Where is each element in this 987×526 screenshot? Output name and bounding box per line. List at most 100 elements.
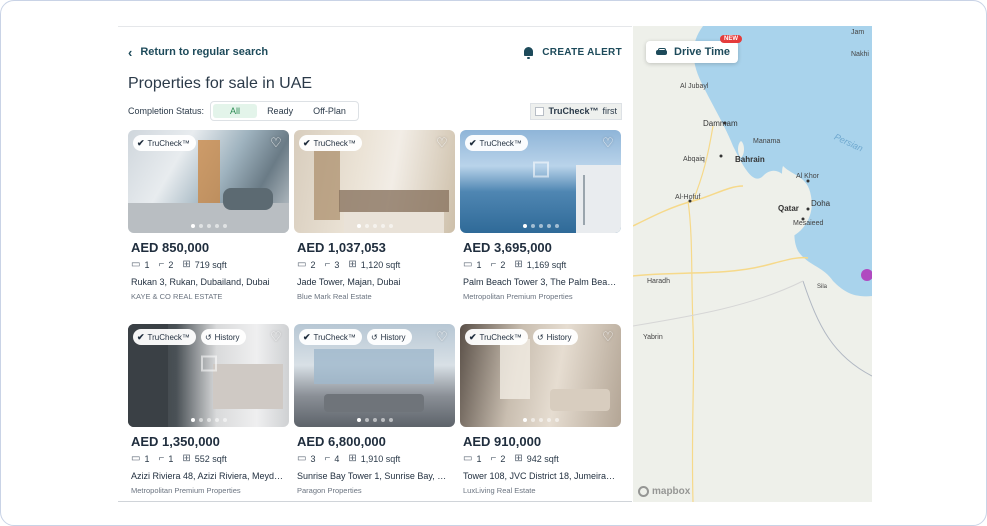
return-label: Return to regular search xyxy=(140,46,269,58)
area-value: 552 sqft xyxy=(194,453,227,464)
listing-photo[interactable]: ✔ TruCheck™ ↺ History ♡ xyxy=(460,324,621,427)
listing-card[interactable]: ✔ TruCheck™ ↺ History ♡ AED 1,350,000 ▭ 1 ⌐… xyxy=(128,324,289,500)
listing-card[interactable]: ✔ TruCheck™ ↺ History ♡ AED 910,000 ▭ 1 ⌐ 2 … xyxy=(460,324,621,500)
history-badge[interactable]: ↺ History xyxy=(532,329,578,345)
history-badge[interactable]: ↺ History xyxy=(366,329,412,345)
listing-photo[interactable]: ✔ TruCheck™ ↺ History ♡ xyxy=(128,324,289,427)
trucheck-badge: ✔ TruCheck™ xyxy=(465,329,528,345)
history-label: History xyxy=(214,332,240,342)
beds-value: 3 xyxy=(310,453,316,464)
listing-specs: ▭ 1 ⌐ 2 ⊞ 719 sqft xyxy=(128,259,289,270)
listing-location: Jade Tower, Majan, Dubai xyxy=(297,277,401,287)
trucheck-label: TruCheck™ xyxy=(313,138,356,148)
heart-icon[interactable]: ♡ xyxy=(601,136,615,150)
listing-card[interactable]: ✔ TruCheck™ ♡ AED 850,000 ▭ 1 ⌐ 2 ⊞ 719 sqft… xyxy=(128,130,289,306)
create-alert-button[interactable]: CREATE ALERT xyxy=(523,46,622,59)
listing-card[interactable]: ✔ TruCheck™ ♡ AED 3,695,000 ▭ 1 ⌐ 2 ⊞ 1,169 … xyxy=(460,130,621,306)
history-label: History xyxy=(546,332,572,342)
drive-time-button[interactable]: Drive Time NEW xyxy=(646,35,742,63)
baths-value: 1 xyxy=(168,453,174,464)
area-icon: ⊞ xyxy=(182,259,191,270)
bed-icon: ▭ xyxy=(131,453,141,464)
listing-price: AED 1,037,053 xyxy=(297,240,386,255)
trucheck-badge: ✔ TruCheck™ xyxy=(465,135,528,151)
area-icon: ⊞ xyxy=(348,453,357,464)
watermark-logo xyxy=(532,161,549,181)
listing-price: AED 3,695,000 xyxy=(463,240,552,255)
beds-spec: ▭ 1 xyxy=(131,453,149,464)
heart-icon[interactable]: ♡ xyxy=(601,330,615,344)
heart-icon[interactable]: ♡ xyxy=(435,136,449,150)
area-value: 942 sqft xyxy=(526,453,559,464)
trucheck-badge: ✔ TruCheck™ xyxy=(299,329,362,345)
map-label: Sila xyxy=(817,284,828,290)
carousel-dots xyxy=(460,418,621,422)
listing-price: AED 6,800,000 xyxy=(297,434,386,449)
beds-spec: ▭ 2 xyxy=(297,259,315,270)
filter-all[interactable]: All xyxy=(213,104,258,118)
listing-card[interactable]: ✔ TruCheck™ ♡ AED 1,037,053 ▭ 2 ⌐ 3 ⊞ 1,120 … xyxy=(294,130,455,306)
listing-agent: Paragon Properties xyxy=(297,486,362,495)
mapbox-logo[interactable]: mapbox xyxy=(638,486,690,497)
heart-icon[interactable]: ♡ xyxy=(269,330,283,344)
listing-specs: ▭ 2 ⌐ 3 ⊞ 1,120 sqft xyxy=(294,259,455,270)
trucheck-first-checkbox[interactable] xyxy=(535,106,545,116)
watermark-logo xyxy=(200,355,217,375)
filter-off-plan[interactable]: Off-Plan xyxy=(303,104,356,118)
badge-group: ✔ TruCheck™ xyxy=(299,135,362,151)
map-panel[interactable]: Jam Nakhi Al Jubayl Dammam Manama Abqaiq… xyxy=(633,26,872,502)
new-badge: NEW xyxy=(720,35,742,43)
bath-icon: ⌐ xyxy=(324,259,331,270)
listing-photo[interactable]: ✔ TruCheck™ ♡ xyxy=(294,130,455,233)
listing-photo[interactable]: ✔ TruCheck™ ↺ History ♡ xyxy=(294,324,455,427)
baths-value: 3 xyxy=(334,259,340,270)
baths-value: 2 xyxy=(168,259,174,270)
map-label: Haradh xyxy=(647,278,670,285)
bed-icon: ▭ xyxy=(131,259,141,270)
map-label: Al Jubayl xyxy=(680,83,709,90)
listing-photo[interactable]: ✔ TruCheck™ ♡ xyxy=(460,130,621,233)
beds-value: 1 xyxy=(476,259,482,270)
bell-icon xyxy=(523,46,534,59)
beds-spec: ▭ 1 xyxy=(463,259,481,270)
bed-icon: ▭ xyxy=(297,453,307,464)
car-icon xyxy=(656,47,667,57)
listing-specs: ▭ 1 ⌐ 2 ⊞ 1,169 sqft xyxy=(460,259,621,270)
listing-location: Rukan 3, Rukan, Dubailand, Dubai xyxy=(131,277,270,287)
listing-specs: ▭ 3 ⌐ 4 ⊞ 1,910 sqft xyxy=(294,453,455,464)
trucheck-label: TruCheck™ xyxy=(313,332,356,342)
listing-specs: ▭ 1 ⌐ 2 ⊞ 942 sqft xyxy=(460,453,621,464)
bed-icon: ▭ xyxy=(297,259,307,270)
listing-location: Azizi Riviera 48, Azizi Riviera, Meyda..… xyxy=(131,471,286,481)
beds-value: 1 xyxy=(476,453,482,464)
history-badge[interactable]: ↺ History xyxy=(200,329,246,345)
listing-location: Palm Beach Tower 3, The Palm Beach ... xyxy=(463,277,618,287)
badge-group: ✔ TruCheck™ xyxy=(465,135,528,151)
badge-group: ✔ TruCheck™ xyxy=(133,135,196,151)
badge-group: ✔ TruCheck™ ↺ History xyxy=(299,329,412,345)
area-value: 1,169 sqft xyxy=(526,259,567,270)
filter-ready[interactable]: Ready xyxy=(257,104,303,118)
listing-agent: LuxLiving Real Estate xyxy=(463,486,536,495)
area-icon: ⊞ xyxy=(514,453,523,464)
listing-photo[interactable]: ✔ TruCheck™ ♡ xyxy=(128,130,289,233)
trucheck-first-toggle[interactable]: TruCheck™ first xyxy=(530,102,622,120)
area-icon: ⊞ xyxy=(348,259,357,270)
baths-spec: ⌐ 2 xyxy=(158,259,173,270)
heart-icon[interactable]: ♡ xyxy=(435,330,449,344)
map-canvas[interactable]: Jam Nakhi Al Jubayl Dammam Manama Abqaiq… xyxy=(633,26,872,502)
listing-card[interactable]: ✔ TruCheck™ ↺ History ♡ AED 6,800,000 ▭ 3 ⌐… xyxy=(294,324,455,500)
badge-group: ✔ TruCheck™ ↺ History xyxy=(465,329,578,345)
trucheck-first-suffix: first xyxy=(602,106,618,116)
mapbox-mark xyxy=(638,486,649,497)
beds-value: 2 xyxy=(310,259,316,270)
checkmark-icon: ✔ xyxy=(469,331,477,342)
return-to-search-link[interactable]: ‹ Return to regular search xyxy=(128,46,268,59)
carousel-dots xyxy=(128,224,289,228)
heart-icon[interactable]: ♡ xyxy=(269,136,283,150)
bath-icon: ⌐ xyxy=(324,453,331,464)
listing-price: AED 1,350,000 xyxy=(131,434,220,449)
listing-agent: KAYE & CO REAL ESTATE xyxy=(131,292,223,301)
create-alert-label: CREATE ALERT xyxy=(542,46,622,58)
browser-frame: ‹ Return to regular search CREATE ALERT … xyxy=(0,0,987,526)
